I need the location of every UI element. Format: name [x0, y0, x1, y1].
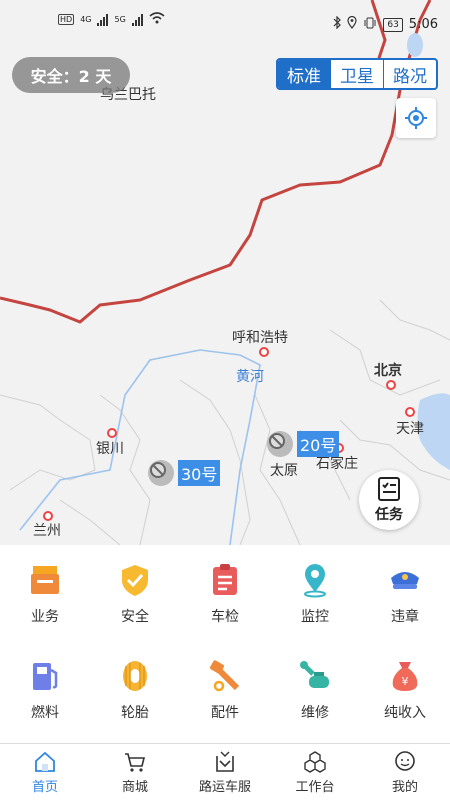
feature-safety[interactable]: 安全: [90, 545, 180, 641]
tab-label: 路运车服: [198, 780, 251, 795]
cart-icon: [125, 753, 146, 772]
vehicle-marker[interactable]: 20号: [267, 431, 340, 457]
city-marker: [107, 428, 117, 438]
tab-label: 我的: [391, 780, 418, 795]
crosshair-icon: [405, 107, 427, 129]
workbench-icon: [304, 751, 326, 773]
vibrate-icon: [363, 17, 377, 33]
city-marker: [43, 511, 53, 521]
fuel-pump-icon: [25, 656, 65, 696]
location-icon: [347, 15, 357, 33]
map-mode-satellite[interactable]: 卫星: [330, 60, 383, 88]
police-cap-icon: [385, 560, 425, 600]
city-marker: [259, 347, 269, 357]
safety-days-badge: 安全：2 天: [12, 57, 130, 93]
feature-fuel[interactable]: 燃料: [0, 641, 90, 737]
vehicle-label: 30号: [178, 460, 221, 486]
city-marker: [386, 380, 396, 390]
feature-vehicle-inspection[interactable]: 车检: [180, 545, 270, 641]
clipboard-check-icon: [205, 560, 245, 600]
task-button[interactable]: 任务: [359, 470, 419, 530]
feature-label: 轮胎: [121, 705, 149, 721]
wrench-icon: [295, 656, 335, 696]
clock: 5:06: [408, 17, 438, 32]
feature-violation[interactable]: 违章: [360, 545, 450, 641]
city-label: 呼和浩特: [232, 330, 288, 346]
feature-label: 安全: [121, 609, 149, 625]
locate-button[interactable]: [396, 98, 436, 138]
hd-badge: HD: [58, 14, 75, 25]
location-pin-icon: [295, 560, 335, 600]
map-mode-traffic[interactable]: 路况: [383, 60, 436, 88]
feature-label: 违章: [391, 609, 419, 625]
feature-parts[interactable]: 配件: [180, 641, 270, 737]
home-icon: [35, 751, 55, 772]
tire-icon: [115, 656, 155, 696]
tab-me[interactable]: 我的: [360, 744, 450, 801]
feature-label: 业务: [31, 609, 59, 625]
signal-icon: [97, 13, 109, 26]
4g-label: 4G: [80, 15, 92, 24]
vehicle-disabled-icon: [267, 431, 293, 457]
task-list-icon: [378, 477, 400, 501]
map-mode-switch[interactable]: 标准 卫星 路况: [276, 58, 438, 90]
5g-label: 5G: [114, 15, 126, 24]
vehicle-marker[interactable]: 30号: [148, 460, 221, 486]
tab-mall[interactable]: 商城: [90, 744, 180, 801]
vehicle-label: 20号: [297, 431, 340, 457]
feature-label: 燃料: [31, 705, 59, 721]
bottom-tab-bar: 首页 商城 路运车服 工作台 我的: [0, 743, 450, 801]
city-marker: [405, 407, 415, 417]
tab-label: 首页: [31, 780, 58, 795]
money-bag-icon: ¥: [385, 656, 425, 696]
feature-tire[interactable]: 轮胎: [90, 641, 180, 737]
wifi-icon: [149, 12, 165, 27]
vehicle-service-icon: [216, 751, 234, 772]
tab-label: 商城: [121, 780, 148, 795]
feature-monitor[interactable]: 监控: [270, 545, 360, 641]
business-icon: [25, 560, 65, 600]
bolt-icon: [205, 656, 245, 696]
city-label: 太原: [270, 463, 298, 479]
feature-label: 车检: [211, 609, 239, 625]
tab-workbench[interactable]: 工作台: [270, 744, 360, 801]
user-icon: [395, 751, 415, 771]
svg-text:¥: ¥: [402, 675, 409, 688]
feature-repair[interactable]: 维修: [270, 641, 360, 737]
vehicle-disabled-icon: [148, 460, 174, 486]
feature-label: 配件: [211, 705, 239, 721]
battery-indicator: 63: [383, 17, 403, 32]
city-label: 北京: [374, 363, 402, 379]
task-label: 任务: [375, 507, 403, 523]
feature-label: 维修: [301, 705, 329, 721]
city-label: 天津: [396, 421, 424, 437]
city-label: 银川: [96, 441, 124, 457]
shield-check-icon: [115, 560, 155, 600]
status-bar: HD 4G 5G 63 5:06: [0, 0, 450, 44]
feature-label: 监控: [301, 609, 329, 625]
signal-icon-2: [131, 13, 143, 26]
feature-net-income[interactable]: ¥ 纯收入: [360, 641, 450, 737]
tab-home[interactable]: 首页: [0, 744, 90, 801]
feature-business[interactable]: 业务: [0, 545, 90, 641]
city-label: 兰州: [33, 523, 61, 539]
river-label: 黄河: [236, 369, 264, 385]
map-mode-standard[interactable]: 标准: [278, 60, 330, 88]
bluetooth-icon: [333, 15, 342, 33]
tab-label: 工作台: [295, 780, 335, 795]
tab-vehicle-service[interactable]: 路运车服: [180, 744, 270, 801]
feature-panel: 业务 安全 车检 监控 违章 燃料 轮胎 配件 维修 ¥ 纯收入: [0, 545, 450, 743]
feature-label: 纯收入: [384, 705, 426, 721]
